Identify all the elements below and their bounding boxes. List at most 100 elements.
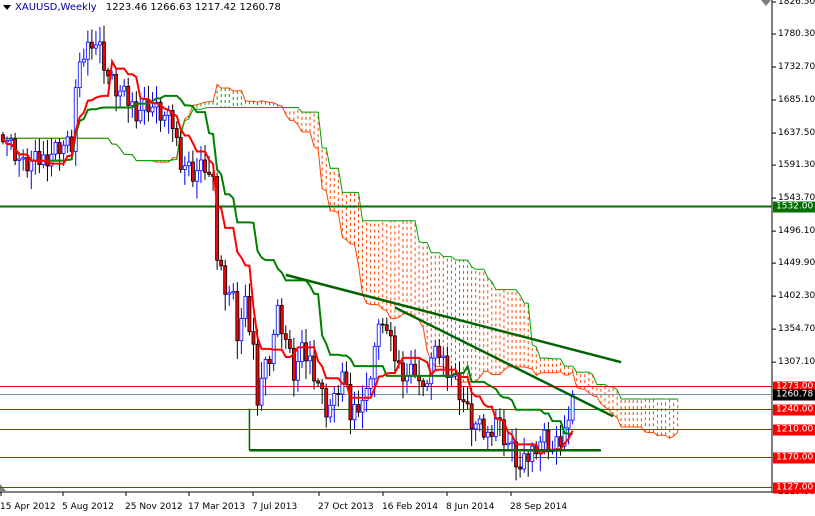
bear-candle — [401, 362, 405, 382]
price-chart[interactable] — [0, 0, 815, 516]
x-axis-label: 25 Nov 2012 — [125, 502, 183, 512]
x-axis-label: 28 Sep 2014 — [510, 502, 568, 512]
bear-candle — [421, 380, 426, 387]
bear-candle — [190, 161, 195, 182]
price-level-tag: 1532.00 — [773, 201, 815, 212]
bear-candle — [126, 85, 131, 106]
bull-candle — [409, 363, 413, 377]
bear-candle — [324, 388, 329, 418]
bear-candle — [267, 359, 272, 365]
bull-candle — [522, 453, 527, 470]
bull-candle — [530, 445, 535, 462]
bull-candle — [506, 442, 510, 446]
bull-candle — [425, 383, 430, 387]
bear-candle — [437, 345, 442, 358]
bull-candle — [243, 295, 248, 319]
bear-candle — [106, 69, 110, 77]
bull-candle — [98, 41, 102, 46]
bull-candle — [118, 90, 123, 97]
bull-candle — [554, 436, 559, 451]
ohlc-open: 1223.46 — [105, 2, 148, 13]
bear-candle — [380, 323, 385, 326]
bull-candle — [308, 355, 312, 362]
bear-candle — [445, 355, 450, 378]
bull-candle — [485, 431, 490, 438]
bear-candle — [251, 331, 256, 345]
one-click-trading-triangle-icon[interactable] — [761, 0, 771, 6]
bull-candle — [77, 61, 82, 89]
bear-candle — [174, 128, 179, 138]
bear-candle — [320, 382, 325, 389]
bear-candle — [465, 401, 470, 405]
bull-candle — [296, 361, 300, 381]
bear-candle — [356, 404, 361, 413]
ohlc-high: 1266.63 — [150, 2, 192, 13]
bear-candle — [316, 380, 321, 384]
x-axis-label: 7 Jul 2013 — [252, 502, 298, 512]
bull-candle — [360, 399, 365, 413]
bear-candle — [219, 259, 224, 267]
bull-candle — [433, 345, 438, 359]
bear-candle — [89, 41, 94, 49]
bear-candle — [304, 342, 308, 362]
bull-candle — [122, 85, 127, 92]
y-axis-label: 1780.30 — [778, 29, 815, 40]
bull-candle — [376, 323, 381, 347]
bull-candle — [195, 170, 199, 182]
ohlc-low: 1217.42 — [194, 2, 237, 13]
price-level-tag: 1127.00 — [773, 482, 815, 493]
bull-candle — [566, 419, 571, 429]
bear-candle — [283, 333, 288, 340]
chart-header: XAUUSD,Weekly 1223.46 1266.63 1217.42 12… — [3, 2, 281, 13]
bull-candle — [275, 304, 280, 335]
bull-candle — [142, 99, 147, 111]
bear-candle — [457, 374, 462, 401]
bull-candle — [332, 393, 337, 406]
bear-candle — [413, 363, 417, 376]
bull-candle — [61, 144, 66, 154]
y-axis-label: 1685.10 — [778, 95, 815, 106]
bull-candle — [352, 404, 357, 421]
bull-candle — [199, 159, 203, 172]
symbol-label: XAUUSD,Weekly — [15, 2, 97, 13]
x-axis-label: 15 Apr 2012 — [0, 502, 56, 512]
bear-candle — [392, 335, 397, 362]
bull-candle — [300, 342, 304, 362]
bull-candle — [477, 418, 482, 425]
y-axis-label: 1402.30 — [778, 291, 815, 302]
bull-candle — [328, 404, 333, 418]
bull-candle — [231, 291, 236, 294]
bull-candle — [186, 161, 191, 167]
x-axis-label: 8 Jun 2014 — [446, 502, 495, 512]
bear-candle — [558, 436, 563, 447]
y-axis-label: 1449.90 — [778, 258, 815, 269]
bull-candle — [441, 355, 446, 358]
bear-candle — [526, 453, 531, 462]
bear-candle — [344, 371, 349, 385]
bear-candle — [37, 151, 42, 166]
bull-candle — [130, 101, 135, 106]
bear-candle — [388, 329, 393, 337]
senkou-span-a-line — [3, 83, 679, 439]
bear-candle — [312, 355, 316, 382]
bear-candle — [336, 393, 341, 395]
price-level-tag: 1260.78 — [773, 389, 815, 400]
bull-candle — [372, 345, 377, 380]
bear-candle — [384, 324, 389, 331]
bull-candle — [94, 44, 98, 49]
bear-candle — [279, 304, 284, 335]
bear-candle — [57, 142, 62, 154]
price-level-tag: 1170.00 — [773, 452, 815, 463]
dropdown-triangle-icon[interactable] — [3, 4, 11, 10]
y-axis-label: 1307.10 — [778, 357, 815, 368]
bull-candle — [81, 58, 86, 63]
x-axis-label: 16 Feb 2014 — [382, 502, 439, 512]
bull-candle — [493, 417, 498, 437]
bull-candle — [570, 393, 575, 421]
bull-candle — [227, 292, 232, 295]
bear-candle — [235, 291, 240, 342]
bear-candle — [223, 265, 228, 295]
bear-candle — [518, 466, 523, 470]
bear-candle — [25, 157, 30, 172]
bull-candle — [162, 114, 167, 121]
